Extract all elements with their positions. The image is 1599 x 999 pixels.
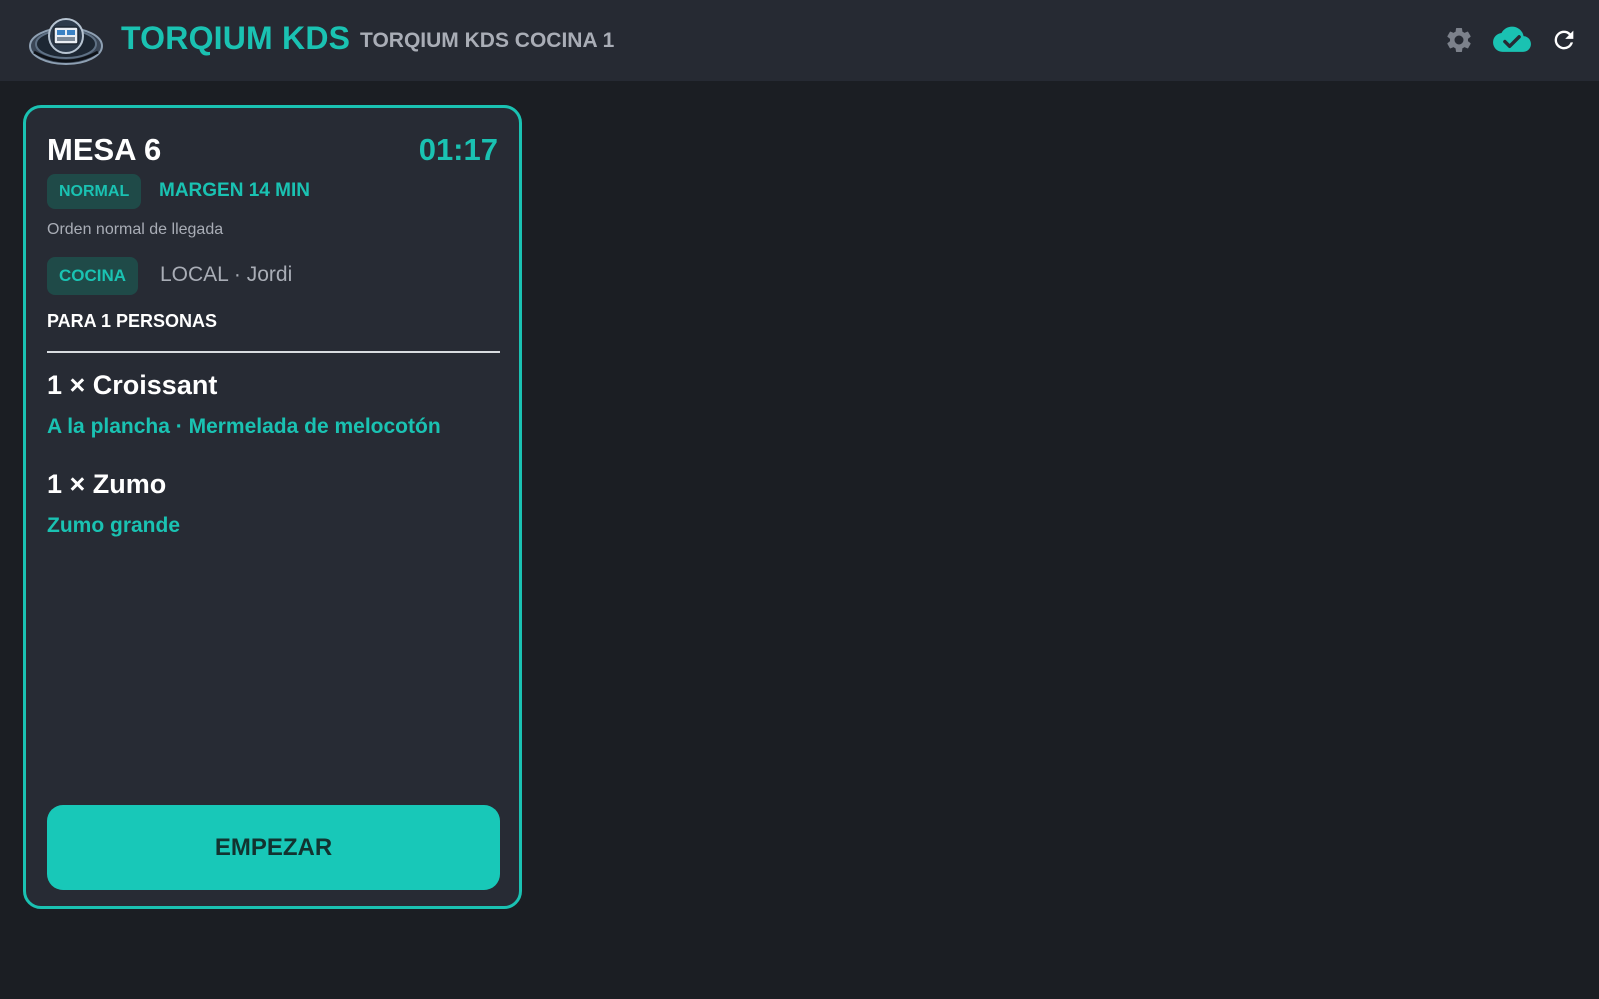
settings-button[interactable] bbox=[1441, 22, 1477, 58]
refresh-icon bbox=[1554, 30, 1574, 50]
app-header: TORQIUM KDS TORQIUM KDS COCINA 1 bbox=[0, 0, 1599, 81]
item-title: 1 × Croissant bbox=[47, 370, 218, 400]
item-title: 1 × Zumo bbox=[47, 469, 167, 499]
order-item[interactable]: 1 × Croissant A la plancha · Mermelada d… bbox=[47, 370, 500, 439]
sync-status-button[interactable] bbox=[1491, 22, 1533, 58]
guest-count: PARA 1 PERSONAS bbox=[47, 311, 218, 331]
start-button[interactable]: EMPEZAR bbox=[47, 805, 500, 890]
torqium-logo-icon bbox=[24, 12, 104, 68]
order-note: Orden normal de llegada bbox=[47, 221, 224, 238]
brand-title: TORQIUM KDS bbox=[121, 20, 351, 56]
order-card[interactable]: MESA 6 01:17 NORMAL MARGEN 14 MIN Orden … bbox=[23, 105, 522, 909]
table-name: MESA 6 bbox=[47, 132, 162, 167]
item-modifiers: Zumo grande bbox=[47, 514, 181, 537]
item-modifiers: A la plancha · Mermelada de melocotón bbox=[47, 415, 441, 438]
order-timer: 01:17 bbox=[418, 132, 498, 167]
station-badge: COCINA bbox=[47, 257, 139, 295]
refresh-button[interactable] bbox=[1546, 22, 1582, 58]
time-margin: MARGEN 14 MIN bbox=[159, 180, 310, 201]
station-name: TORQIUM KDS COCINA 1 bbox=[360, 29, 615, 52]
cloud-check-icon bbox=[1493, 26, 1531, 52]
service-info: LOCAL · Jordi bbox=[160, 263, 293, 286]
gear-icon bbox=[1447, 27, 1471, 52]
order-item[interactable]: 1 × Zumo Zumo grande bbox=[47, 469, 500, 538]
priority-badge: NORMAL bbox=[47, 174, 142, 209]
divider bbox=[47, 351, 500, 353]
